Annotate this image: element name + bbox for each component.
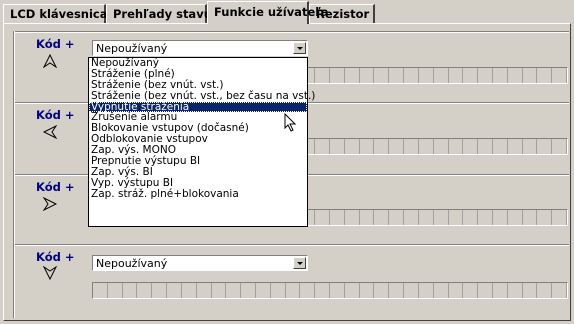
dropdown-option[interactable]: Zap. stráž. plné+blokovania	[89, 188, 307, 200]
function-select-value: Nepoužívaný	[96, 42, 168, 55]
function-group-down: Kód + Nepoužívaný	[13, 244, 569, 318]
group-divider	[13, 244, 15, 318]
code-label: Kód +	[36, 108, 75, 122]
group-divider	[13, 31, 15, 105]
function-select[interactable]: Nepoužívaný	[92, 40, 308, 56]
code-label: Kód +	[36, 37, 75, 51]
arrow-down-icon	[43, 266, 57, 280]
chevron-down-icon[interactable]	[293, 257, 306, 269]
function-select-value: Nepoužívaný	[96, 257, 168, 270]
code-label: Kód +	[36, 180, 75, 194]
function-dropdown-list[interactable]: Nepoužívaný Stráženie (plné) Stráženie (…	[88, 57, 315, 227]
code-label: Kód +	[36, 250, 75, 264]
tab-lcd-klavesnica[interactable]: LCD klávesnica	[3, 4, 108, 23]
code-strip[interactable]	[92, 282, 568, 299]
group-divider	[13, 102, 15, 174]
tab-prehlady-stavu[interactable]: Prehľady stavu	[106, 4, 212, 23]
tab-funkcie-uzivatela[interactable]: Funkcie užívateľa	[207, 1, 329, 24]
group-divider	[13, 31, 569, 33]
group-divider	[13, 174, 15, 246]
tab-bar: LCD klávesnica Prehľady stavu Funkcie už…	[0, 0, 574, 24]
arrow-right-icon	[43, 197, 57, 211]
group-divider	[13, 244, 569, 246]
chevron-down-icon[interactable]	[293, 42, 306, 54]
function-select[interactable]: Nepoužívaný	[92, 255, 308, 271]
dropdown-option[interactable]: Stráženie (bez vnút. vst., bez času na v…	[89, 90, 315, 102]
mouse-cursor-icon	[284, 113, 297, 132]
arrow-up-icon	[43, 54, 57, 68]
arrow-left-icon	[43, 125, 57, 139]
